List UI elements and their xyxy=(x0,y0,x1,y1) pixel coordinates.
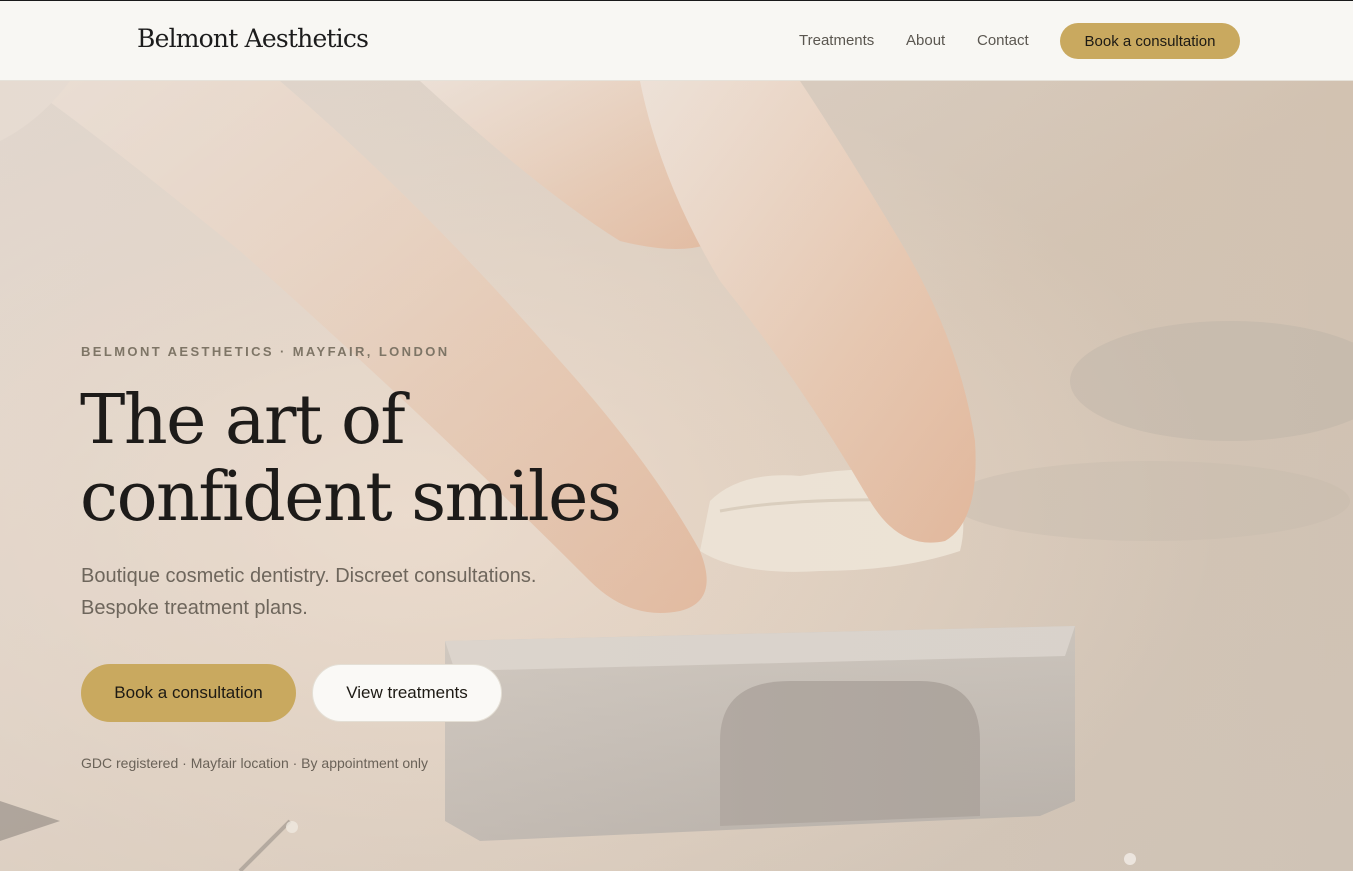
subtitle-line-1: Boutique cosmetic dentistry. Discreet co… xyxy=(81,565,537,587)
site-header: Belmont Aesthetics Treatments About Cont… xyxy=(0,1,1353,81)
view-treatments-button[interactable]: View treatments xyxy=(312,664,502,722)
trust-badges-text: GDC registered · Mayfair location · By a… xyxy=(81,755,429,771)
hero-subtitle: Boutique cosmetic dentistry. Discreet co… xyxy=(81,560,641,624)
headline-line-1: The art of xyxy=(80,381,406,460)
hero-eyebrow: BELMONT AESTHETICS · MAYFAIR, LONDON xyxy=(81,344,450,359)
headline-line-2: confident smiles xyxy=(80,458,622,537)
nav-link-about[interactable]: About xyxy=(906,32,945,49)
hero-headline: The art of confident smiles xyxy=(80,381,622,537)
header-book-consultation-button[interactable]: Book a consultation xyxy=(1060,23,1240,59)
nav-link-contact[interactable]: Contact xyxy=(977,32,1029,49)
book-consultation-button[interactable]: Book a consultation xyxy=(81,664,296,722)
subtitle-line-2: Bespoke treatment plans. xyxy=(81,597,308,619)
nav-link-treatments[interactable]: Treatments xyxy=(799,32,874,49)
